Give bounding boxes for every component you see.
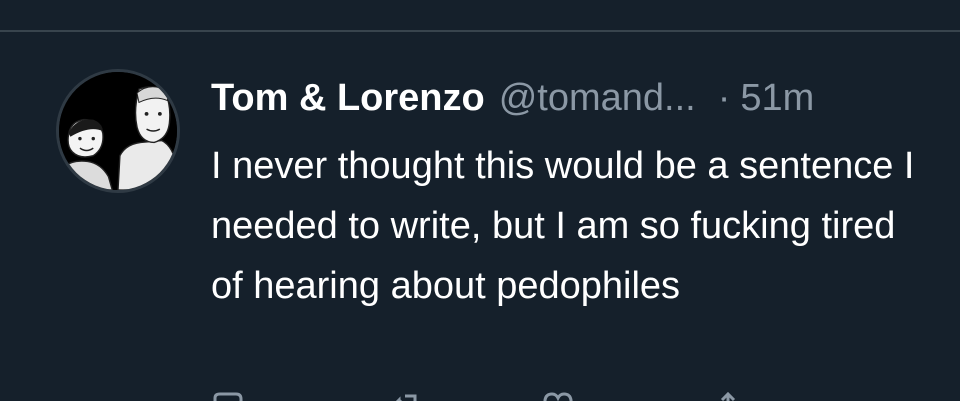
reply-icon [213, 392, 243, 401]
avatar-cartoon-icon [59, 72, 177, 190]
tweet[interactable]: Tom & Lorenzo @tomand... · 51m I never t… [0, 32, 960, 401]
retweet-button[interactable] [391, 390, 425, 401]
reply-button[interactable] [211, 390, 245, 401]
like-icon [543, 392, 573, 401]
separator-dot: · [717, 77, 731, 119]
user-handle[interactable]: @tomand... [499, 76, 696, 120]
tweet-text: I never thought this would be a sentence… [211, 145, 915, 307]
like-button[interactable] [541, 390, 575, 401]
avatar[interactable] [56, 69, 180, 193]
timestamp[interactable]: 51m [740, 76, 814, 120]
retweet-icon [395, 394, 417, 401]
tweet-header: Tom & Lorenzo @tomand... · 51m [211, 76, 814, 120]
display-name[interactable]: Tom & Lorenzo [211, 76, 485, 120]
share-button[interactable] [711, 390, 745, 401]
share-icon [720, 391, 736, 401]
tweet-actions [211, 390, 771, 401]
